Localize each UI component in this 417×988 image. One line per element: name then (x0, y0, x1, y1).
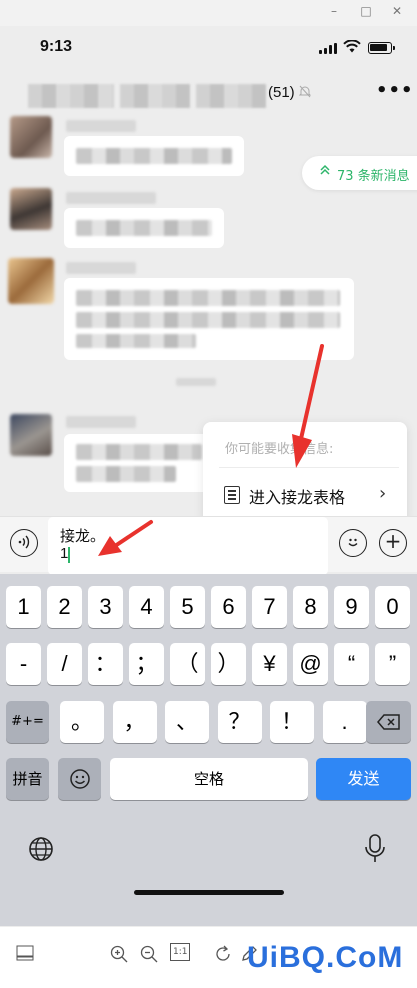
image-viewer-toolbar: 1:1 UiBQ.CoM (0, 926, 417, 988)
message-input-line-1: 接龙。 (60, 527, 106, 545)
member-count: (51) (268, 84, 295, 101)
key-digit-1[interactable]: 2 (47, 586, 82, 628)
key-digit-3[interactable]: 4 (129, 586, 164, 628)
key-pinyin[interactable]: 拼音 (6, 758, 49, 800)
screenshot-root: – □ ✕ 9:13 (51) ••• 73 条新消息 你可能要收集信息: 进入… (0, 0, 417, 988)
group-name-blurred (120, 84, 190, 108)
key-symbol-9[interactable]: ” (375, 643, 410, 685)
key-punct-2[interactable]: 、 (165, 701, 209, 743)
voice-icon[interactable] (10, 529, 38, 557)
bell-slash-icon (298, 85, 312, 102)
key-digit-4[interactable]: 5 (170, 586, 205, 628)
actual-size-icon[interactable]: 1:1 (170, 943, 191, 961)
key-symbol-0[interactable]: - (6, 643, 41, 685)
key-digit-9[interactable]: 0 (375, 586, 410, 628)
signal-icon (319, 43, 337, 54)
home-indicator (134, 890, 284, 895)
key-digit-7[interactable]: 8 (293, 586, 328, 628)
keyboard: 1234567890 - /：；（） ¥ @ “” 。，、？！. #+= 拼音 空格 发… (0, 574, 417, 926)
backspace-icon[interactable] (366, 701, 411, 743)
message-bubble[interactable] (64, 434, 214, 492)
globe-icon[interactable] (28, 836, 54, 868)
group-name-blurred (196, 84, 266, 108)
key-digit-0[interactable]: 1 (6, 586, 41, 628)
key-symbol-8[interactable]: “ (334, 643, 369, 685)
list-icon (224, 486, 240, 504)
key-symbol-3[interactable]: ； (129, 643, 164, 685)
message-bubble[interactable] (64, 278, 354, 360)
chevron-right-icon: › (379, 483, 387, 504)
chat-header: (51) ••• (0, 70, 417, 116)
avatar[interactable] (8, 258, 54, 304)
sender-name-blurred (66, 262, 136, 274)
suggestion-hint: 你可能要收集信息: (225, 442, 334, 457)
sender-name-blurred (66, 120, 136, 132)
watermark: UiBQ.CoM (247, 941, 404, 974)
key-symbol-6[interactable]: ¥ (252, 643, 287, 685)
zoom-out-icon[interactable] (140, 945, 158, 967)
key-symbol-5[interactable]: ） (211, 643, 246, 685)
suggestion-popup: 你可能要收集信息: 进入接龙表格 › (203, 422, 407, 524)
timestamp-blurred (176, 378, 216, 386)
emoji-icon[interactable] (58, 758, 101, 800)
rotate-icon[interactable] (214, 945, 232, 967)
message-bubble[interactable] (64, 136, 244, 176)
window-title-bar: – □ ✕ (0, 0, 417, 26)
minimize-button[interactable]: – (326, 4, 342, 18)
key-digit-8[interactable]: 9 (334, 586, 369, 628)
new-messages-pill[interactable]: 73 条新消息 (302, 156, 417, 190)
text-caret (68, 547, 70, 563)
avatar[interactable] (10, 188, 52, 230)
input-bar: 接龙。 1 + (0, 516, 417, 575)
sender-name-blurred (66, 416, 136, 428)
message-input[interactable]: 接龙。 1 (48, 517, 328, 575)
zoom-in-icon[interactable] (110, 945, 128, 967)
avatar[interactable] (10, 116, 52, 158)
status-time: 9:13 (40, 38, 73, 55)
send-button[interactable]: 发送 (316, 758, 411, 800)
key-more-symbols[interactable]: #+= (6, 701, 49, 743)
group-name-blurred (28, 84, 114, 108)
wifi-icon (343, 39, 361, 57)
key-digit-2[interactable]: 3 (88, 586, 123, 628)
emoji-icon[interactable] (339, 529, 367, 557)
key-punct-1[interactable]: ， (112, 701, 157, 743)
microphone-icon[interactable] (364, 834, 386, 870)
panel-icon[interactable] (16, 945, 34, 965)
key-punct-4[interactable]: ！ (270, 701, 314, 743)
key-punct-5[interactable]: . (322, 701, 367, 743)
new-messages-label: 73 条新消息 (337, 169, 410, 184)
key-symbol-7[interactable]: @ (293, 643, 328, 685)
close-button[interactable]: ✕ (389, 4, 405, 18)
battery-icon (368, 42, 395, 54)
key-digit-6[interactable]: 7 (252, 586, 287, 628)
open-solitaire-label: 进入接龙表格 (249, 488, 346, 507)
avatar[interactable] (10, 414, 52, 456)
key-punct-3[interactable]: ？ (217, 701, 262, 743)
key-space[interactable]: 空格 (110, 758, 308, 800)
key-symbol-1[interactable]: / (47, 643, 82, 685)
maximize-button[interactable]: □ (358, 4, 374, 18)
key-symbol-2[interactable]: ： (88, 643, 123, 685)
phone-screen: 9:13 (51) ••• 73 条新消息 你可能要收集信息: 进入接龙表格 ›… (0, 26, 417, 926)
double-chevron-up-icon (319, 164, 331, 180)
key-digit-5[interactable]: 6 (211, 586, 246, 628)
message-bubble[interactable] (64, 208, 224, 248)
key-punct-0[interactable]: 。 (60, 701, 104, 743)
key-symbol-4[interactable]: （ (170, 643, 205, 685)
sender-name-blurred (66, 192, 156, 204)
more-options-button[interactable]: ••• (376, 80, 414, 101)
add-attachment-button[interactable]: + (379, 529, 407, 557)
status-bar: 9:13 (0, 26, 417, 70)
